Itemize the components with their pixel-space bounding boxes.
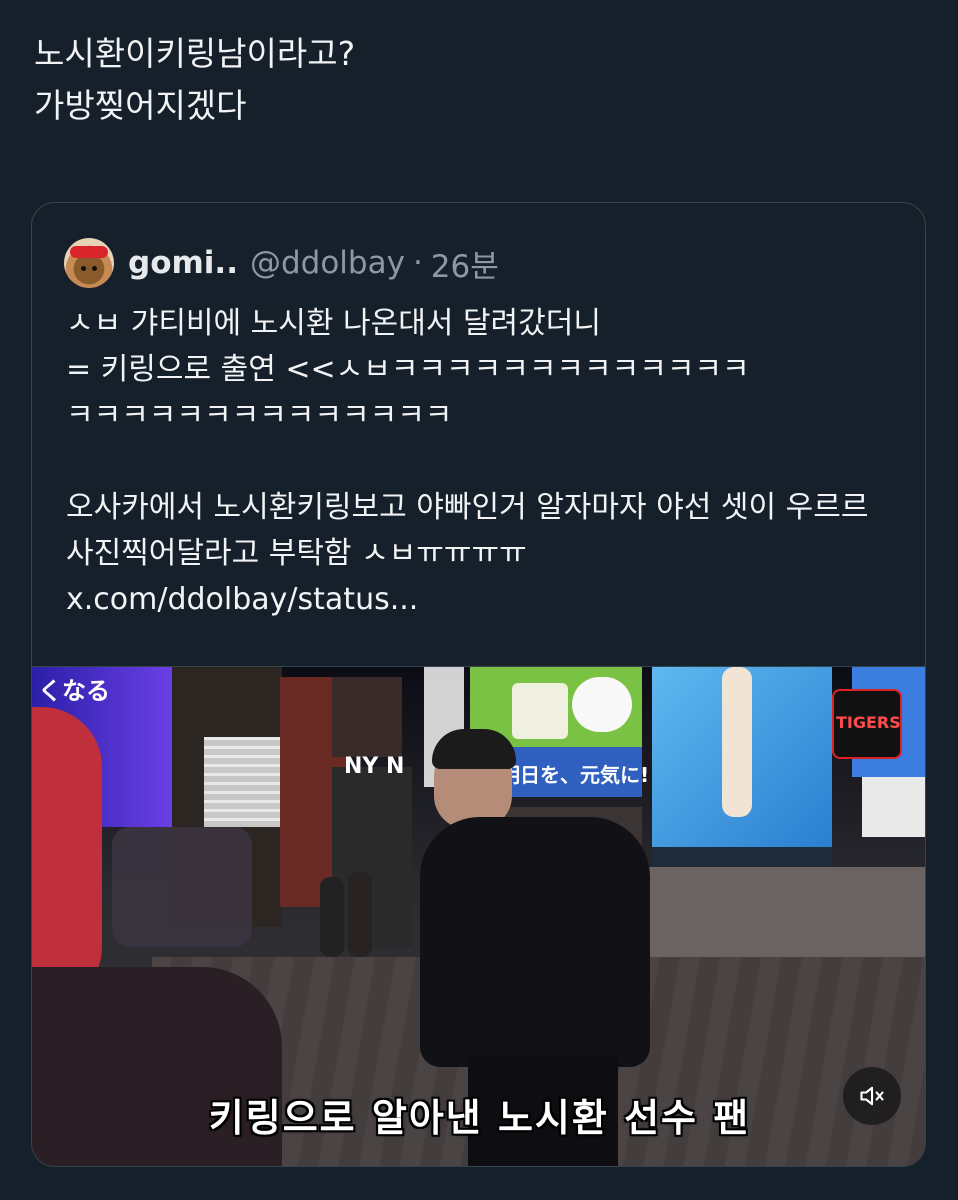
sign-ny: NY N xyxy=(344,754,405,779)
quoted-display-name[interactable]: gomi.. xyxy=(128,245,238,281)
quoted-timestamp[interactable]: 26분 xyxy=(431,241,499,286)
video-player[interactable]: くなる る。 NY N 明日を、元気に! TIGERS xyxy=(32,666,925,1166)
sign-banner: 明日を、元気に! xyxy=(500,763,650,787)
tweet-text: 노시환이키링남이라고? 가방찢어지겠다 xyxy=(34,34,356,125)
quoted-tweet-body: ㅅㅂ 갸티비에 노시환 나온대서 달려갔더니 = 키링으로 출연 <<ㅅㅂㅋㅋㅋ… xyxy=(66,306,869,617)
video-subtitle: 키링으로 알아낸 노시환 선수 팬 xyxy=(208,1096,751,1140)
separator-dot: · xyxy=(412,245,423,281)
quoted-tweet-header: gomi.. @ddolbay · 26분 xyxy=(64,236,499,290)
team-logo: TIGERS xyxy=(836,713,901,732)
quoted-handle[interactable]: @ddolbay xyxy=(250,245,405,281)
quoted-tweet-card[interactable]: gomi.. @ddolbay · 26분 ㅅㅂ 갸티비에 노시환 나온대서 달… xyxy=(31,202,926,1167)
avatar[interactable] xyxy=(64,238,114,288)
mute-button[interactable] xyxy=(843,1067,901,1125)
speaker-muted-icon xyxy=(860,1086,884,1106)
